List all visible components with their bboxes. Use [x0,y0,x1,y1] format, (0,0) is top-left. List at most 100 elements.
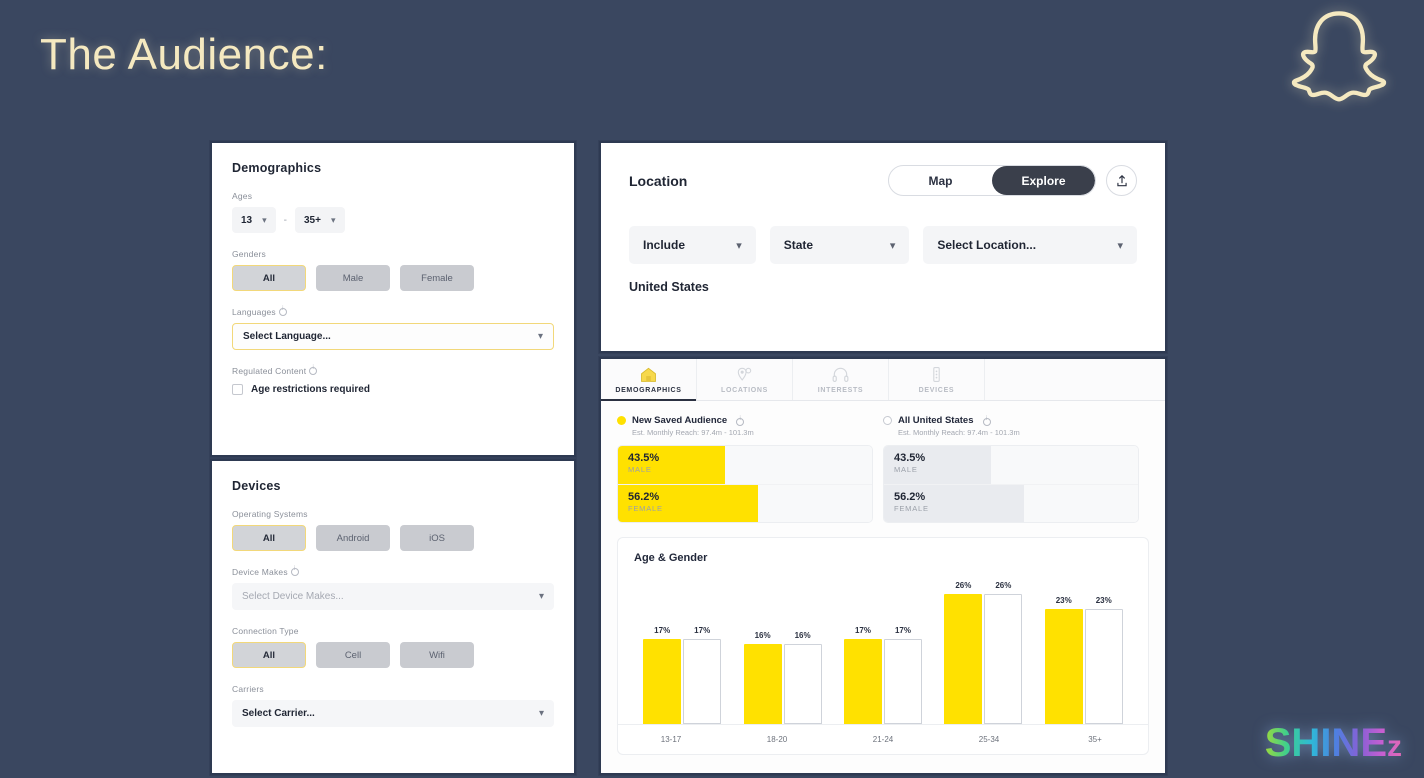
chart-bar-21-24-baseline [883,639,922,724]
chart-bar-wrap: 17% [843,626,882,724]
info-icon[interactable] [278,306,287,316]
chart-value-label: 17% [894,626,911,635]
tab-demographics[interactable]: DEMOGRAPHICS [601,359,697,401]
gender-bar-female-value: 56.2% [894,491,926,503]
shinez-logo-main: SHINE [1264,721,1387,765]
chart-x-tick-25-34: 25-34 [978,735,1000,744]
location-selected-value: United States [629,280,709,294]
chart-x-tick-18-20: 18-20 [766,735,788,744]
headphones-icon [831,365,850,384]
gender-bar-male: 43.5% MALE [884,446,1138,484]
gender-bar-male-label: MALE [894,465,918,474]
chart-value-label: 16% [754,631,771,640]
regulated-content-label-text: Regulated Content [232,366,307,376]
gender-bar-female-value: 56.2% [628,491,660,503]
ages-field: Ages 13 ▾ - 35+ ▾ [232,191,554,233]
demographics-panel: Demographics Ages 13 ▾ - 35+ ▾ Genders A… [210,141,576,457]
languages-field: Languages Select Language... ▾ [232,306,554,350]
os-option-all[interactable]: All [232,525,306,551]
slide-canvas: The Audience: SHINEz Demographics Ages 1… [0,0,1424,778]
gender-bar-male-label: MALE [628,465,652,474]
chart-bar-25-34-baseline [984,594,1023,724]
gender-bar-male-value: 43.5% [894,452,926,464]
chart-group-13-17: 17% 17% [639,626,725,724]
location-state-select[interactable]: State ▾ [769,226,910,264]
info-icon[interactable] [290,566,299,576]
snapchat-ghost-icon [1291,11,1387,102]
genders-label: Genders [232,249,267,259]
gender-bar-male: 43.5% MALE [618,446,872,484]
chart-bar-wrap: 17% [883,626,922,724]
chart-bar-wrap: 17% [643,626,682,724]
chart-group-18-20: 16% 16% [740,631,826,724]
audience-insights-panel: DEMOGRAPHICS LOCATIONS INTERESTS DEVICES… [599,357,1167,775]
gender-option-all[interactable]: All [232,265,306,291]
info-icon[interactable] [982,416,991,426]
language-select[interactable]: Select Language... ▾ [232,323,554,350]
chart-value-label: 17% [694,626,711,635]
chart-group-21-24: 17% 17% [840,626,926,724]
chevron-down-icon: ▾ [1117,239,1123,252]
chart-value-label: 23% [1095,596,1112,605]
device-makes-placeholder: Select Device Makes... [242,591,344,602]
device-makes-select[interactable]: Select Device Makes... ▾ [232,583,554,610]
tab-devices[interactable]: DEVICES [889,359,985,400]
location-view-map[interactable]: Map [889,166,992,195]
gender-option-male[interactable]: Male [316,265,390,291]
location-picker-select[interactable]: Select Location... ▾ [923,226,1137,264]
os-option-ios[interactable]: iOS [400,525,474,551]
chevron-down-icon: ▾ [262,214,267,225]
carrier-select[interactable]: Select Carrier... ▾ [232,700,554,727]
shinez-logo: SHINEz [1265,721,1402,766]
language-select-value: Select Language... [243,331,331,342]
chart-value-label: 16% [794,631,811,640]
chevron-down-icon: ▾ [736,239,742,252]
tab-interests[interactable]: INTERESTS [793,359,889,400]
device-makes-field: Device Makes Select Device Makes... ▾ [232,566,554,610]
audience-selected-dot[interactable] [617,416,626,425]
connection-option-wifi[interactable]: Wifi [400,642,474,668]
chart-value-label: 23% [1055,596,1072,605]
languages-label: Languages [232,306,554,317]
chart-bar-wrap: 26% [984,581,1023,724]
upload-button[interactable] [1106,165,1137,196]
location-view-toggle[interactable]: Map Explore [888,165,1096,196]
age-min-select[interactable]: 13 ▾ [232,207,276,233]
age-range-separator: - [283,214,287,226]
connection-type-label: Connection Type [232,626,299,636]
operating-systems-field: Operating Systems All Android iOS [232,509,554,551]
location-view-explore[interactable]: Explore [992,166,1095,195]
info-icon[interactable] [736,416,745,426]
tab-locations[interactable]: LOCATIONS [697,359,793,400]
chart-bar-wrap: 16% [783,631,822,724]
location-include-value: Include [643,238,686,252]
devices-title: Devices [232,479,281,493]
gender-bar-male-value: 43.5% [628,452,660,464]
os-option-android[interactable]: Android [316,525,390,551]
location-include-select[interactable]: Include ▾ [629,226,756,264]
chevron-down-icon: ▾ [537,331,543,342]
chevron-down-icon: ▾ [330,214,336,225]
chart-bar-25-34-audience [944,594,983,724]
languages-label-text: Languages [232,307,276,317]
connection-option-cell[interactable]: Cell [316,642,390,668]
chart-bar-13-17-audience [643,639,682,724]
audience-column-all-united-states: All United States Est. Monthly Reach: 97… [883,415,1149,523]
gender-option-female[interactable]: Female [400,265,474,291]
age-restrictions-row[interactable]: Age restrictions required [232,384,554,395]
devices-panel: Devices Operating Systems All Android iO… [210,459,576,775]
audience-name-all-us: All United States [898,415,974,426]
audience-unselected-dot[interactable] [883,416,892,425]
age-restrictions-checkbox[interactable] [232,384,243,395]
location-state-value: State [783,238,814,252]
location-picker-value: Select Location... [937,238,1037,252]
chart-bar-wrap: 26% [944,581,983,724]
chart-value-label: 17% [854,626,871,635]
audience-name-new-saved: New Saved Audience [632,415,728,426]
info-icon[interactable] [309,365,318,375]
gender-bar-female: 56.2% FEMALE [618,484,872,522]
age-max-select[interactable]: 35+ ▾ [295,207,345,233]
tab-interests-label: INTERESTS [817,387,864,394]
chart-bar-18-20-audience [743,644,782,724]
connection-option-all[interactable]: All [232,642,306,668]
